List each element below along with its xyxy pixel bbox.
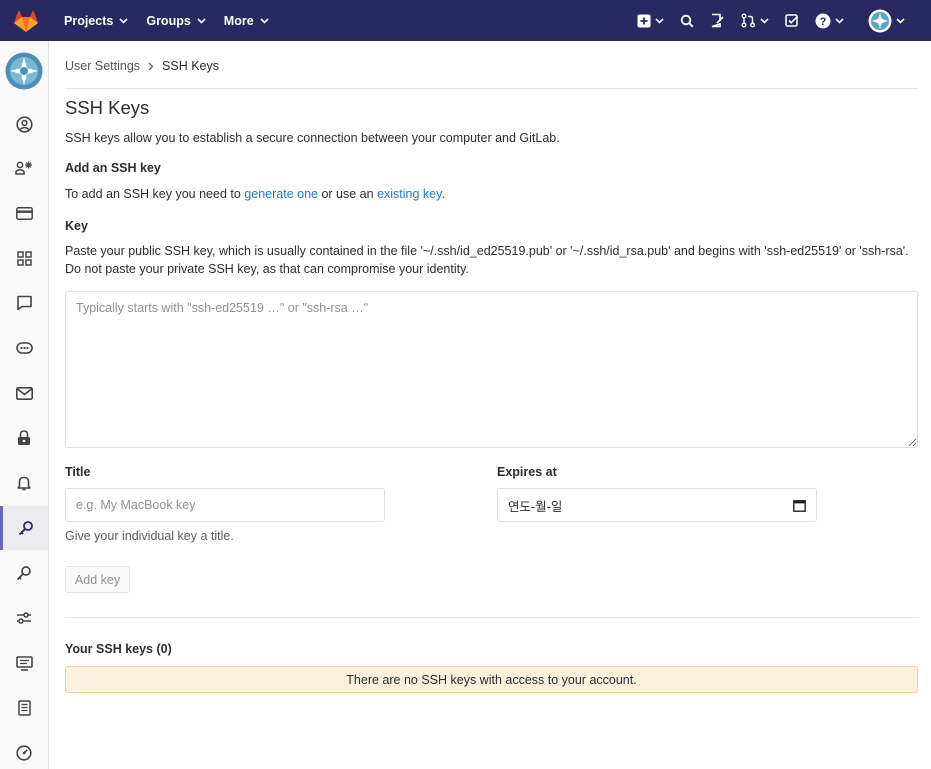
key-icon: [18, 521, 33, 536]
sidebar-item-gpg-keys[interactable]: [0, 551, 48, 595]
chevron-down-icon: [655, 17, 664, 24]
page-title: SSH Keys: [65, 97, 150, 118]
add-help-prefix: To add an SSH key you need to: [65, 187, 245, 201]
merge-requests-dropdown[interactable]: [733, 0, 777, 41]
gitlab-tanuki-icon: [14, 9, 38, 32]
question-circle-icon: ?: [815, 13, 831, 28]
sidebar-item-chat[interactable]: [0, 281, 48, 325]
chevron-down-icon: [896, 17, 905, 24]
new-item-dropdown[interactable]: [629, 0, 672, 41]
add-help-middle: or use an: [317, 187, 378, 201]
breadcrumb-divider: [65, 88, 918, 89]
todo-check-icon: [785, 13, 799, 27]
add-key-button[interactable]: Add key: [65, 566, 130, 593]
token-icon: [15, 342, 33, 354]
sidebar-item-password[interactable]: [0, 416, 48, 460]
page-intro: SSH keys allow you to establish a secure…: [65, 131, 560, 145]
lock-icon: [18, 430, 30, 445]
chevron-down-icon: [760, 17, 769, 24]
section-divider: [65, 617, 918, 618]
sidebar-avatar[interactable]: [5, 52, 43, 90]
user-avatar-icon: [868, 9, 892, 32]
sidebar-item-authentication-log[interactable]: [0, 686, 48, 730]
nav-more-label: More: [223, 13, 254, 28]
expires-at-label: Expires at: [497, 465, 557, 479]
log-list-icon: [17, 700, 31, 716]
chevron-down-icon: [197, 17, 206, 24]
nav-groups-label: Groups: [146, 13, 191, 28]
generate-one-link[interactable]: generate one: [244, 187, 318, 201]
nav-groups[interactable]: Groups: [140, 0, 211, 41]
mail-icon: [15, 386, 33, 400]
add-ssh-key-heading: Add an SSH key: [65, 161, 161, 175]
credit-card-icon: [15, 206, 33, 220]
user-avatar-icon: [5, 52, 43, 90]
chevron-down-icon: [260, 17, 269, 24]
sidebar-item-usage-quotas[interactable]: [0, 731, 48, 769]
title-label: Title: [65, 465, 91, 479]
key-icon: [16, 566, 31, 581]
key-textarea[interactable]: [65, 291, 918, 448]
gitlab-logo[interactable]: [0, 0, 52, 41]
sidebar-item-preferences[interactable]: [0, 596, 48, 640]
gauge-icon: [16, 745, 32, 761]
your-ssh-keys-heading: Your SSH keys (0): [65, 642, 172, 656]
existing-key-link[interactable]: existing key: [377, 187, 441, 201]
nav-projects[interactable]: Projects: [58, 0, 134, 41]
breadcrumb-current[interactable]: SSH Keys: [162, 59, 219, 73]
key-label: Key: [65, 219, 88, 233]
plus-square-icon: [637, 14, 651, 27]
todos-button[interactable]: [777, 0, 807, 41]
key-help-text: Paste your public SSH key, which is usua…: [65, 244, 909, 276]
chevron-right-icon: [148, 62, 154, 70]
settings-sidebar: [0, 41, 49, 769]
expires-at-value: 연도-월-일: [508, 499, 563, 514]
user-menu-dropdown[interactable]: [852, 0, 931, 41]
applications-grid-icon: [16, 250, 32, 266]
merge-request-icon: [741, 13, 755, 28]
chevron-down-icon: [119, 17, 128, 24]
title-input[interactable]: [65, 488, 385, 522]
sidebar-item-ssh-keys[interactable]: [0, 506, 48, 550]
profile-icon: [15, 115, 33, 133]
sidebar-item-billing[interactable]: [0, 191, 48, 235]
monitor-icon: [15, 655, 33, 671]
nav-projects-label: Projects: [64, 13, 114, 28]
breadcrumb: User Settings SSH Keys: [65, 59, 219, 73]
sidebar-item-applications[interactable]: [0, 236, 48, 280]
top-navbar: Projects Groups More ?: [0, 0, 931, 41]
user-settings-icon: [15, 161, 32, 175]
issues-button[interactable]: [702, 0, 733, 41]
bell-icon: [17, 476, 31, 491]
calendar-icon[interactable]: [793, 499, 806, 512]
add-ssh-key-help: To add an SSH key you need to generate o…: [65, 187, 445, 201]
expires-at-date-input[interactable]: 연도-월-일: [497, 488, 817, 522]
sidebar-item-notifications[interactable]: [0, 461, 48, 505]
search-button[interactable]: [672, 0, 702, 41]
sidebar-item-active-sessions[interactable]: [0, 641, 48, 685]
issues-icon: [711, 13, 724, 28]
add-help-suffix: .: [441, 187, 445, 201]
preferences-sliders-icon: [17, 612, 31, 624]
sidebar-item-profile[interactable]: [0, 102, 48, 146]
search-icon: [680, 14, 694, 27]
comment-icon: [16, 295, 32, 311]
sidebar-item-account[interactable]: [0, 146, 48, 190]
breadcrumb-user-settings[interactable]: User Settings: [65, 59, 140, 73]
nav-more[interactable]: More: [218, 0, 275, 41]
sidebar-item-emails[interactable]: [0, 371, 48, 415]
empty-keys-alert: There are no SSH keys with access to you…: [65, 666, 918, 693]
svg-text:?: ?: [820, 16, 827, 28]
sidebar-item-access-tokens[interactable]: [0, 326, 48, 370]
title-help-text: Give your individual key a title.: [65, 529, 234, 543]
chevron-down-icon: [835, 17, 844, 24]
help-dropdown[interactable]: ?: [807, 0, 852, 41]
